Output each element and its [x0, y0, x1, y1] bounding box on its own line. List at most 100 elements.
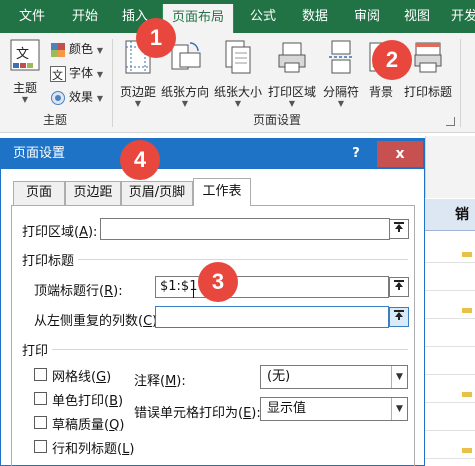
grid-line — [425, 290, 475, 291]
print-area-label: 打印区域 — [267, 85, 316, 99]
black-and-white-label: 单色打印(B) — [52, 394, 124, 409]
help-button[interactable]: ? — [338, 139, 374, 169]
size-button[interactable]: 纸张大小 ▼ — [212, 39, 264, 109]
themes-group-caption: 主题 — [42, 113, 67, 127]
chevron-down-icon: ▼ — [96, 70, 103, 79]
callout-badge-2: 2 — [372, 40, 412, 80]
tab-formulas[interactable]: 公式 — [240, 0, 286, 33]
collapse-dialog-icon[interactable] — [389, 307, 409, 327]
colors-icon — [50, 42, 66, 58]
orientation-label: 纸张方向 — [160, 85, 209, 99]
grid-line — [425, 374, 475, 375]
columns-to-repeat-label: 从左侧重复的列数(C): — [34, 314, 162, 329]
draft-quality-checkbox[interactable] — [34, 416, 47, 429]
gridlines-label: 网格线(G) — [52, 370, 112, 385]
collapse-dialog-icon[interactable] — [389, 277, 409, 297]
gridlines-checkbox[interactable] — [34, 368, 47, 381]
chevron-down-icon: ▼ — [134, 99, 142, 108]
fonts-label: 字体 — [69, 66, 94, 80]
tab-header-footer[interactable]: 页眉/页脚 — [121, 181, 193, 205]
chevron-down-icon: ▼ — [181, 99, 189, 108]
cell-errors-select[interactable]: 显示值 ▼ — [260, 397, 408, 421]
tab-sheet[interactable]: 工作表 — [193, 178, 251, 206]
chevron-down-icon: ▼ — [337, 99, 345, 108]
print-area-field-label: 打印区域(A): — [22, 225, 98, 240]
sheet-tab-pane: 打印区域(A): 打印标题 顶端标题行(R): $1:$1 从左侧重复的列数(C… — [11, 205, 415, 466]
themes-icon: 文 — [10, 39, 40, 76]
chevron-down-icon: ▼ — [288, 99, 296, 108]
dialog-body: 页面 页边距 页眉/页脚 工作表 打印区域(A): 打印标题 顶端标题行(R):… — [1, 169, 424, 466]
comments-label: 注释(M): — [134, 374, 186, 389]
rows-to-repeat-input[interactable]: $1:$1 — [155, 276, 389, 298]
chevron-down-icon[interactable]: ▼ — [391, 366, 407, 388]
cell-marker — [462, 448, 472, 453]
fonts-icon: 文 — [50, 65, 66, 82]
black-and-white-checkbox[interactable] — [34, 392, 47, 405]
fonts-button[interactable]: 文 字体 ▼ — [50, 63, 103, 83]
print-titles-section-title: 打印标题 — [22, 254, 75, 269]
chevron-down-icon[interactable]: ▼ — [391, 398, 407, 420]
tab-file[interactable]: 文件 — [4, 0, 60, 33]
grid-line — [425, 430, 475, 431]
print-area-icon — [277, 39, 307, 78]
effects-label: 效果 — [69, 90, 94, 104]
callout-badge-3: 3 — [198, 262, 238, 302]
print-titles-icon — [413, 39, 443, 78]
cell-errors-select-value: 显示值 — [267, 401, 307, 416]
group-separator — [460, 39, 461, 127]
cell-errors-label: 错误单元格打印为(E): — [134, 406, 261, 421]
background-label: 背景 — [368, 85, 393, 99]
cell-marker — [462, 252, 472, 257]
row-col-headings-checkbox[interactable] — [34, 440, 47, 453]
breaks-label: 分隔符 — [322, 85, 359, 99]
tab-data[interactable]: 数据 — [292, 0, 338, 33]
size-label: 纸张大小 — [213, 85, 262, 99]
print-area-input[interactable] — [100, 218, 390, 240]
chevron-down-icon: ▼ — [21, 95, 29, 104]
collapse-dialog-icon[interactable] — [389, 219, 409, 239]
grid-line — [425, 262, 475, 263]
tab-margins[interactable]: 页边距 — [65, 181, 121, 205]
callout-badge-1: 1 — [136, 18, 176, 58]
effects-icon — [50, 90, 66, 106]
grid-line — [425, 402, 475, 403]
group-separator — [112, 39, 113, 127]
grid-line — [425, 346, 475, 347]
rows-to-repeat-label: 顶端标题行(R): — [34, 284, 123, 299]
tab-review[interactable]: 审阅 — [344, 0, 390, 33]
cell-marker — [462, 308, 472, 313]
row-col-headings-label: 行和列标题(L) — [52, 442, 135, 457]
colors-label: 颜色 — [69, 42, 94, 56]
breaks-button[interactable]: 分隔符 ▼ — [318, 39, 364, 109]
themes-button[interactable]: 文 主题 ▼ — [8, 39, 42, 109]
page-setup-dialog: 页面设置 ? x 页面 页边距 页眉/页脚 工作表 打印区域(A): 打印标题 … — [0, 138, 425, 466]
tab-view[interactable]: 视图 — [394, 0, 440, 33]
sheet-header-cell[interactable]: 销 — [425, 199, 475, 231]
themes-label: 主题 — [12, 81, 37, 95]
close-button[interactable]: x — [377, 141, 423, 167]
effects-button[interactable]: 效果 ▼ — [50, 87, 103, 107]
comments-select[interactable]: (无) ▼ — [260, 365, 408, 389]
section-divider — [52, 349, 408, 350]
columns-to-repeat-input[interactable] — [155, 306, 389, 328]
tab-home[interactable]: 开始 — [62, 0, 108, 33]
page-break-icon — [327, 39, 355, 78]
page-setup-launcher-icon[interactable] — [446, 117, 455, 126]
grid-line — [425, 458, 475, 459]
comments-select-value: (无) — [267, 369, 291, 384]
grid-line — [425, 318, 475, 319]
print-area-button[interactable]: 打印区域 ▼ — [266, 39, 318, 109]
print-section-title: 打印 — [22, 344, 49, 359]
chevron-down-icon: ▼ — [96, 94, 103, 103]
text-cursor — [193, 280, 194, 298]
section-divider — [78, 259, 408, 260]
margins-label: 页边距 — [119, 85, 156, 99]
svg-text:文: 文 — [16, 47, 29, 62]
chevron-down-icon: ▼ — [96, 46, 103, 55]
ribbon-tab-bar: 文件 开始 插入 页面布局 公式 数据 审阅 视图 开发 — [0, 0, 475, 33]
colors-button[interactable]: 颜色 ▼ — [50, 39, 103, 59]
tab-page[interactable]: 页面 — [13, 181, 65, 205]
tab-developer[interactable]: 开发 — [446, 0, 475, 33]
print-titles-button[interactable]: 打印标题 — [402, 39, 454, 109]
column-header-strip — [425, 136, 475, 198]
